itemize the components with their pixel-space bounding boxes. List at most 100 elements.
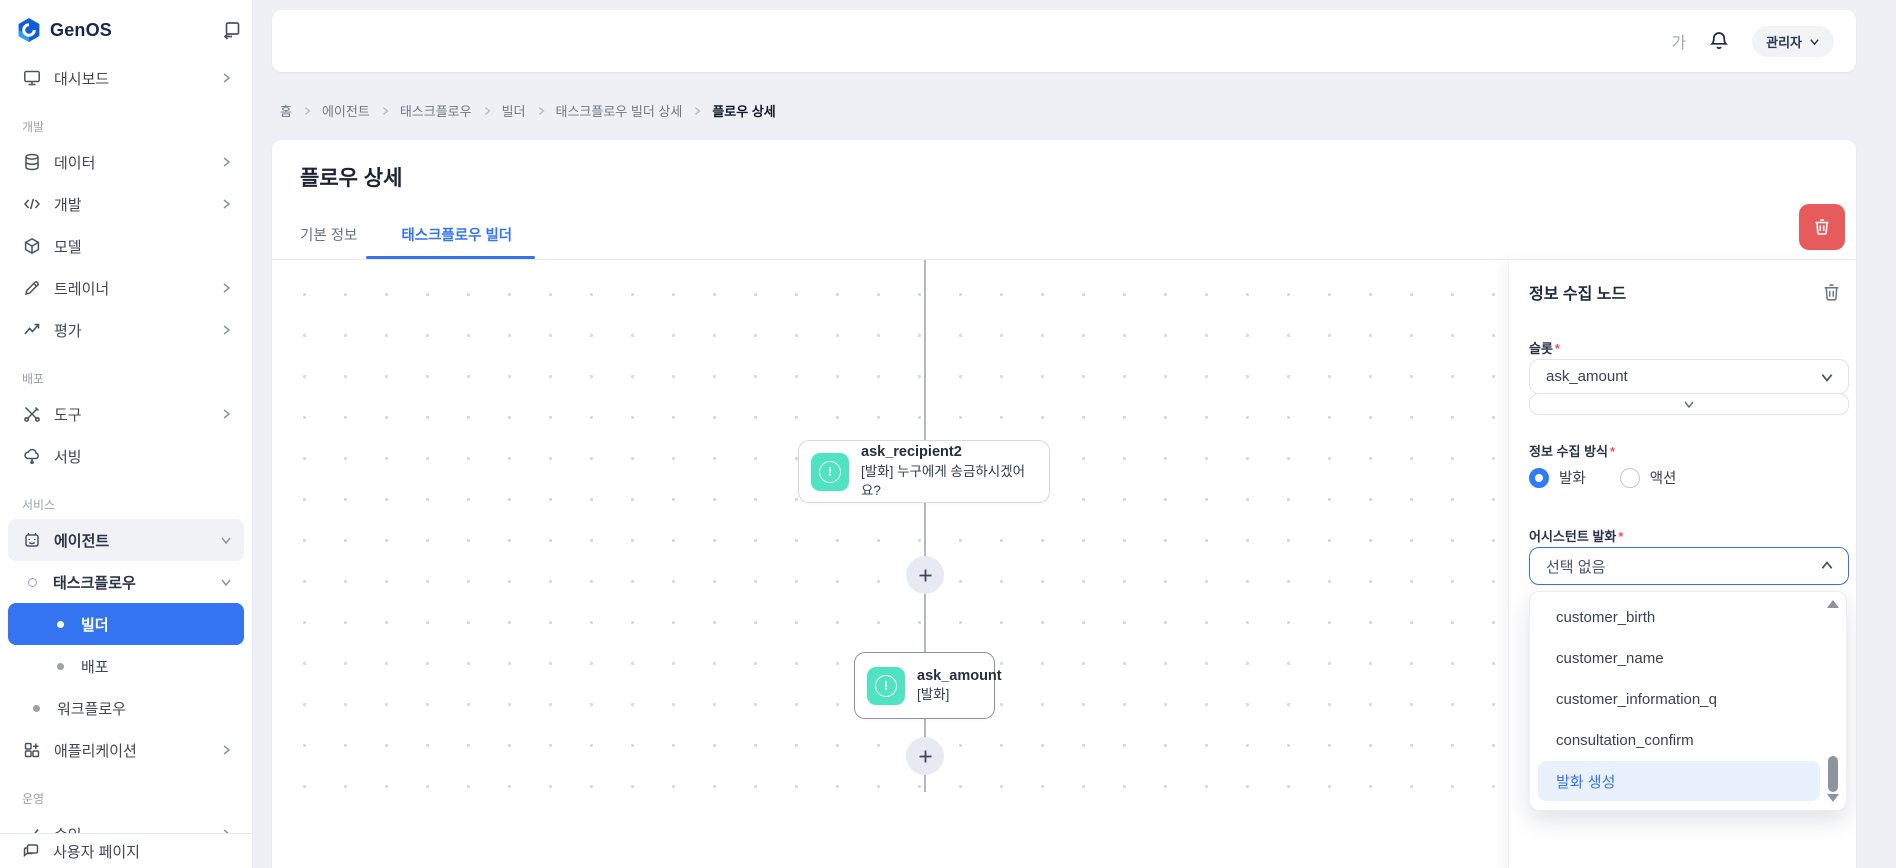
sidebar-item-application[interactable]: 애플리케이션	[0, 729, 252, 771]
info-collect-node-icon: !	[867, 666, 905, 705]
radio-action[interactable]	[1619, 467, 1640, 488]
sidebar-item-label: 트레이너	[54, 280, 110, 298]
dropdown-option[interactable]: consultation_confirm	[1530, 720, 1846, 761]
sidebar-header: GenOS	[16, 8, 242, 52]
sidebar-item-label: 태스크플로우	[53, 574, 136, 592]
chevron-right-icon	[220, 198, 232, 210]
notification-bell-icon[interactable]	[1708, 30, 1730, 52]
sidebar-item-deploy-sub[interactable]: 배포	[0, 645, 252, 687]
add-node-button[interactable]	[906, 556, 944, 594]
flow-node-ask-recipient2[interactable]: ! ask_recipient2 [발화] 누구에게 송금하시겠어요?	[798, 440, 1050, 503]
sidebar-item-data[interactable]: 데이터	[0, 141, 252, 183]
dropdown-option[interactable]: customer_birth	[1530, 597, 1846, 638]
sidebar-item-label: 데이터	[54, 154, 96, 172]
sidebar-item-approval[interactable]: 승인	[0, 813, 252, 833]
top-bar: 가 관리자	[272, 10, 1856, 72]
bullet-dot-icon	[33, 704, 40, 712]
cube-icon	[22, 237, 41, 256]
tools-icon	[22, 405, 41, 424]
code-icon	[22, 195, 41, 214]
slot-select-value: ask_amount	[1546, 368, 1628, 385]
sidebar-item-agent[interactable]: 에이전트	[8, 519, 244, 561]
dropdown-option[interactable]: customer_name	[1530, 638, 1846, 679]
font-size-button[interactable]: 가	[1671, 29, 1686, 53]
breadcrumb-agent[interactable]: 에이전트	[322, 101, 370, 120]
sidebar-item-label: 개발	[54, 196, 82, 214]
sidebar-section-deploy: 배포	[22, 372, 45, 386]
sidebar-item-taskflow[interactable]: 태스크플로우	[0, 561, 252, 603]
sidebar-item-develop[interactable]: 개발	[0, 183, 252, 225]
trash-icon	[1812, 217, 1832, 237]
required-asterisk: *	[1554, 341, 1560, 356]
dropdown-scrollbar	[1826, 600, 1839, 802]
robot-icon	[22, 531, 41, 550]
node-properties-panel: 정보 수집 노드 슬롯 * ask_amount 정보 수집 방식 * 발화 액션	[1508, 260, 1856, 868]
delete-flow-button[interactable]	[1799, 204, 1845, 250]
sidebar-item-trainer[interactable]: 트레이너	[0, 267, 252, 309]
alert-icon: !	[819, 460, 841, 483]
breadcrumb-taskflow[interactable]: 태스크플로우	[400, 101, 472, 120]
scroll-up-arrow[interactable]	[1826, 600, 1839, 608]
tab-taskflow-builder[interactable]: 태스크플로우 빌더	[366, 218, 535, 259]
add-node-button[interactable]	[906, 737, 944, 775]
sidebar-item-tools[interactable]: 도구	[0, 393, 252, 435]
chevron-right-icon	[302, 106, 312, 116]
sidebar-item-label: 도구	[54, 406, 82, 424]
check-icon	[22, 825, 41, 833]
cloud-icon	[22, 447, 41, 466]
dropdown-option[interactable]: customer_information_q	[1530, 679, 1846, 720]
genos-logo-icon	[16, 17, 42, 43]
slot-select[interactable]: ask_amount	[1529, 359, 1849, 394]
radio-label: 발화	[1559, 471, 1586, 487]
panel-header: 정보 수집 노드	[1529, 280, 1842, 304]
monitor-icon	[22, 69, 41, 88]
sidebar-item-dashboard[interactable]: 대시보드	[0, 57, 252, 99]
pencil-icon	[22, 279, 41, 298]
page-title: 플로우 상세	[300, 167, 403, 190]
required-asterisk: *	[1618, 529, 1624, 544]
user-menu-button[interactable]: 관리자	[1752, 25, 1834, 57]
chevron-up-icon	[1820, 559, 1834, 573]
tabs: 기본 정보 태스크플로우 빌더	[300, 218, 535, 259]
assistant-select[interactable]: 선택 없음	[1529, 547, 1849, 585]
flow-canvas[interactable]: ! ask_recipient2 [발화] 누구에게 송금하시겠어요? ! as…	[272, 260, 1508, 792]
delete-node-button[interactable]	[1821, 282, 1842, 303]
sidebar-item-model[interactable]: 모델	[0, 225, 252, 267]
sidebar-item-workflow[interactable]: 워크플로우	[0, 687, 252, 729]
flow-node-ask-amount[interactable]: ! ask_amount [발화]	[854, 652, 1002, 719]
sidebar-item-label: 서빙	[54, 448, 82, 466]
sidebar-item-evaluation[interactable]: 평가	[0, 309, 252, 351]
breadcrumb-builder-detail[interactable]: 태스크플로우 빌더 상세	[556, 101, 683, 120]
chevron-down-icon	[1809, 36, 1820, 47]
apps-icon	[22, 741, 41, 760]
slot-field-label: 슬롯 *	[1529, 341, 1560, 356]
radio-utterance[interactable]	[1529, 467, 1549, 488]
node-detail: [발화] 누구에게 송금하시겠어요?	[861, 463, 1026, 498]
sidebar-item-label: 빌더	[81, 616, 109, 634]
tab-basic-info[interactable]: 기본 정보	[300, 218, 378, 259]
sidebar-item-user-page[interactable]: 사용자 페이지	[0, 833, 252, 868]
sidebar-collapse-icon[interactable]	[222, 20, 242, 40]
sidebar-nav: 대시보드 개발 데이터 개발 모델 트레이너 평가 배포 도구 서빙 서비스 에…	[0, 57, 252, 833]
sidebar-item-label: 모델	[54, 238, 82, 256]
breadcrumb-home[interactable]: 홈	[280, 101, 292, 120]
sidebar-item-serving[interactable]: 서빙	[0, 435, 252, 477]
alert-icon: !	[875, 674, 897, 697]
dropdown-option-highlighted[interactable]: 발화 생성	[1538, 761, 1820, 801]
scroll-down-arrow[interactable]	[1826, 794, 1839, 802]
bullet-circle-icon	[28, 577, 37, 587]
scrollbar-thumb[interactable]	[1827, 756, 1838, 792]
chevron-right-icon	[482, 106, 492, 116]
slot-expander[interactable]	[1529, 393, 1849, 415]
sidebar-item-label: 워크플로우	[57, 700, 127, 718]
breadcrumb-builder[interactable]: 빌더	[502, 101, 526, 120]
logo[interactable]: GenOS	[16, 17, 112, 43]
radio-label: 액션	[1649, 471, 1677, 487]
sidebar-item-builder[interactable]: 빌더	[8, 603, 244, 645]
app-root: GenOS 대시보드 개발 데이터 개발 모델 트레이너 평가 배포 도구 서빙…	[0, 0, 1896, 868]
panel-title: 정보 수집 노드	[1529, 286, 1627, 303]
chevron-down-icon	[220, 534, 232, 546]
bullet-dot-icon	[57, 662, 64, 670]
chevron-right-icon	[536, 106, 546, 116]
trash-icon	[1821, 282, 1842, 303]
